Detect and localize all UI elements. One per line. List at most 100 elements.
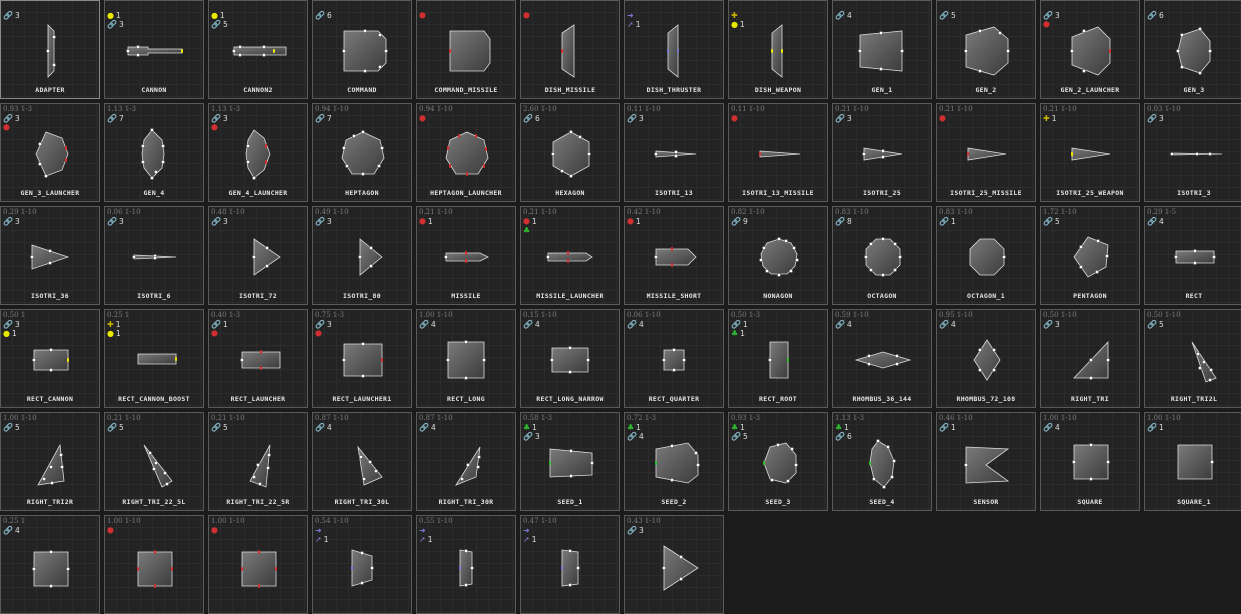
block-tile-sensor[interactable]: 0.46 1-10 🔗 1 SENSOR [936,412,1036,511]
block-tile-isotri-36[interactable]: 0.29 1-10 🔗 3 ISOTRI_36 [0,206,100,305]
block-tile-missile-short[interactable]: 0.42 1-10 ⬢ 1 MISSILE_SHORT [624,206,724,305]
port-marker [1198,27,1202,31]
block-tile-right-tri-22-5r[interactable]: 0.21 1-10 🔗 5 RIGHT_TRI_22_5R [208,412,308,511]
block-tile-gen-3-launcher[interactable]: 0.93 1-3 🔗 3 ⬢ GEN_3_LAUNCHER [0,103,100,202]
block-tile-square[interactable]: 1.00 1-10 🔗 4 SQUARE [1040,412,1140,511]
block-tile-isotri-13-missile[interactable]: 0.11 1-10 ⬢ ISOTRI_13_MISSILE [728,103,828,202]
block-tile-heptagon[interactable]: 0.94 1-10 🔗 7 HEPTAGON [312,103,412,202]
block-tile-unlabeled-62[interactable]: 1.00 1-10 ⬢ [208,515,308,614]
block-tile-seed-1[interactable]: 0.58 1-3 ♣ 1 🔗 3 SEED_1 [520,412,620,511]
block-tile-unlabeled-61[interactable]: 1.00 1-10 ⬢ [104,515,204,614]
block-tile-octagon[interactable]: 0.83 1-10 🔗 8 OCTAGON [832,206,932,305]
block-tile-unlabeled-60[interactable]: 0.25 1 🔗 4 [0,515,100,614]
block-tile-unlabeled-66[interactable]: 0.43 1-10 🔗 3 [624,515,724,614]
block-tile-missile[interactable]: 0.21 1-10 ⬢ 1 MISSILE [416,206,516,305]
block-tile-right-tri-22-5l[interactable]: 0.21 1-10 🔗 5 RIGHT_TRI_22_5L [104,412,204,511]
block-tile-rect-cannon[interactable]: 0.50 1 🔗 3 ● 1 RECT_CANNON [0,309,100,408]
boost-port-icon: ✚ [1043,113,1050,123]
block-name-label: SEED_3 [765,498,791,506]
block-tile-right-tri2r[interactable]: 1.00 1-10 🔗 5 RIGHT_TRI2R [0,412,100,511]
block-name-label: NONAGON [763,292,793,300]
block-tile-octagon-1[interactable]: 0.83 1-10 🔗 1 OCTAGON_1 [936,206,1036,305]
block-tile-gen-4-launcher[interactable]: 1.13 1-3 🔗 3 ⬢ GEN_4_LAUNCHER [208,103,308,202]
block-tile-isotri-13[interactable]: 0.11 1-10 🔗 3 ISOTRI_13 [624,103,724,202]
block-name-label: GEN_2 [975,86,997,94]
block-tile-gen-3[interactable]: 🔗 6 GEN_3 [1144,0,1241,99]
block-tile-gen-2-launcher[interactable]: 🔗 3 ⬢ GEN_2_LAUNCHER [1040,0,1140,99]
block-tile-rect-cannon-boost[interactable]: 0.25 1 ✚ 1 ● 1 RECT_CANNON_BOOST [104,309,204,408]
block-tile-heptagon-launcher[interactable]: 0.94 1-10 ⬢ HEPTAGON_LAUNCHER [416,103,516,202]
block-stats: 0.50 1-3 [731,311,761,319]
port-marker [876,439,880,443]
port-marker [895,354,899,358]
block-tile-dish-missile[interactable]: ⬢ DISH_MISSILE [520,0,620,99]
port-marker [1095,270,1099,274]
block-tile-rect[interactable]: 0.29 1-5 🔗 4 RECT [1144,206,1241,305]
block-name-label: COMMAND [347,86,377,94]
block-tile-gen-1[interactable]: 🔗 4 GEN_1 [832,0,932,99]
block-tile-missile-launcher[interactable]: 0.21 1-10 ⬢ 1 ♣ MISSILE_LAUNCHER [520,206,620,305]
block-tile-rect-long-narrow[interactable]: 0.15 1-10 🔗 4 RECT_LONG_NARROW [520,309,620,408]
link-icon: 🔗 [627,525,637,535]
block-tile-isotri-3[interactable]: 0.03 1-10 🔗 3 ISOTRI_3 [1144,103,1241,202]
port-count: 3 [14,217,20,226]
port-count: 3 [326,217,332,226]
block-tile-rect-root[interactable]: 0.50 1-3 🔗 1 ♣ 1 RECT_ROOT [728,309,828,408]
block-polygon [343,343,383,377]
port-summary: ➜ ➚ 1 [315,526,328,544]
port-summary: 🔗 5 [3,423,20,432]
port-marker [252,176,256,180]
block-name-label: OCTAGON [867,292,897,300]
block-tile-isotri-72[interactable]: 0.48 1-10 🔗 3 ISOTRI_72 [208,206,308,305]
block-tile-rhombus-36-144[interactable]: 0.59 1-10 🔗 4 RHOMBUS_36_144 [832,309,932,408]
block-tile-rect-long[interactable]: 1.00 1-10 🔗 4 RECT_LONG [416,309,516,408]
block-tile-gen-4[interactable]: 1.13 1-3 🔗 7 GEN_4 [104,103,204,202]
block-tile-hexagon[interactable]: 2.60 1-10 🔗 6 HEXAGON [520,103,620,202]
block-tile-right-tri[interactable]: 0.50 1-10 🔗 3 RIGHT_TRI [1040,309,1140,408]
port-marker [342,146,346,150]
block-tile-seed-2[interactable]: 0.72 1-3 ♣ 1 🔗 4 SEED_2 [624,412,724,511]
block-tile-seed-3[interactable]: 0.93 1-3 ♣ 1 🔗 5 SEED_3 [728,412,828,511]
block-tile-isotri-25-weapon[interactable]: 0.21 1-10 ✚ 1 ISOTRI_25_WEAPON [1040,103,1140,202]
block-tile-right-tri2l[interactable]: 0.50 1-10 🔗 5 RIGHT_TRI2L [1144,309,1241,408]
block-tile-nonagon[interactable]: 0.82 1-10 🔗 9 NONAGON [728,206,828,305]
block-tile-unlabeled-63[interactable]: 0.54 1-10 ➜ ➚ 1 [312,515,412,614]
block-name-label: ISOTRI_3 [1177,189,1211,197]
port-marker [351,566,353,570]
block-tile-rect-launcher1[interactable]: 0.75 1-3 🔗 3 ⬢ RECT_LAUNCHER1 [312,309,412,408]
block-tile-rect-quarter[interactable]: 0.06 1-10 🔗 4 RECT_QUARTER [624,309,724,408]
port-line: 🔗 3 [1043,320,1060,329]
block-tile-seed-4[interactable]: 1.13 1-3 ♣ 1 🔗 6 SEED_4 [832,412,932,511]
block-tile-right-tri-30l[interactable]: 0.87 1-10 🔗 4 RIGHT_TRI_30L [312,412,412,511]
block-tile-cannon[interactable]: ● 1 🔗 3 CANNON [104,0,204,99]
port-line: ➚ 1 [523,535,536,544]
block-tile-command-missile[interactable]: ⬢ COMMAND_MISSILE [416,0,516,99]
block-tile-command[interactable]: 🔗 6 COMMAND [312,0,412,99]
port-summary: ⬢ [731,114,738,123]
link-icon: 🔗 [211,19,221,29]
block-tile-isotri-25[interactable]: 0.21 1-10 🔗 3 ISOTRI_25 [832,103,932,202]
block-tile-gen-2[interactable]: 🔗 5 GEN_2 [936,0,1036,99]
block-tile-rhombus-72-108[interactable]: 0.95 1-10 🔗 4 RHOMBUS_72_108 [936,309,1036,408]
block-tile-unlabeled-64[interactable]: 0.55 1-10 ➜ ➚ 1 [416,515,516,614]
block-tile-isotri-6[interactable]: 0.06 1-10 🔗 3 ISOTRI_6 [104,206,204,305]
block-tile-dish-thruster[interactable]: ➜ ➚ 1 DISH_THRUSTER [624,0,724,99]
block-tile-right-tri-30r[interactable]: 0.87 1-10 🔗 4 RIGHT_TRI_30R [416,412,516,511]
block-polygon [141,129,165,179]
block-polygon [233,46,287,56]
block-tile-cannon2[interactable]: ● 1 🔗 5 CANNON2 [208,0,308,99]
block-tile-square-1[interactable]: 1.00 1-10 🔗 1 SQUARE_1 [1144,412,1241,511]
port-line: ⬢ 1 [419,217,433,226]
block-tile-pentagon[interactable]: 1.72 1-10 🔗 5 PENTAGON [1040,206,1140,305]
block-tile-isotri-80[interactable]: 0.49 1-10 🔗 3 ISOTRI_80 [312,206,412,305]
block-stats: 0.06 1-10 [627,311,661,319]
block-tile-dish-weapon[interactable]: ✚ ● 1 DISH_WEAPON [728,0,828,99]
port-marker [882,485,886,489]
block-tile-adapter[interactable]: 🔗 3 ADAPTER [0,0,100,99]
port-marker [65,158,67,162]
port-line: 🔗 3 [315,217,332,226]
port-summary: ✚ 1 ● 1 [107,320,121,338]
block-tile-unlabeled-65[interactable]: 0.47 1-10 ➜ ➚ 1 [520,515,620,614]
block-tile-isotri-25-missile[interactable]: 0.21 1-10 ⬢ ISOTRI_25_MISSILE [936,103,1036,202]
block-tile-rect-launcher[interactable]: 0.40 1-3 🔗 1 ⬢ RECT_LAUNCHER [208,309,308,408]
